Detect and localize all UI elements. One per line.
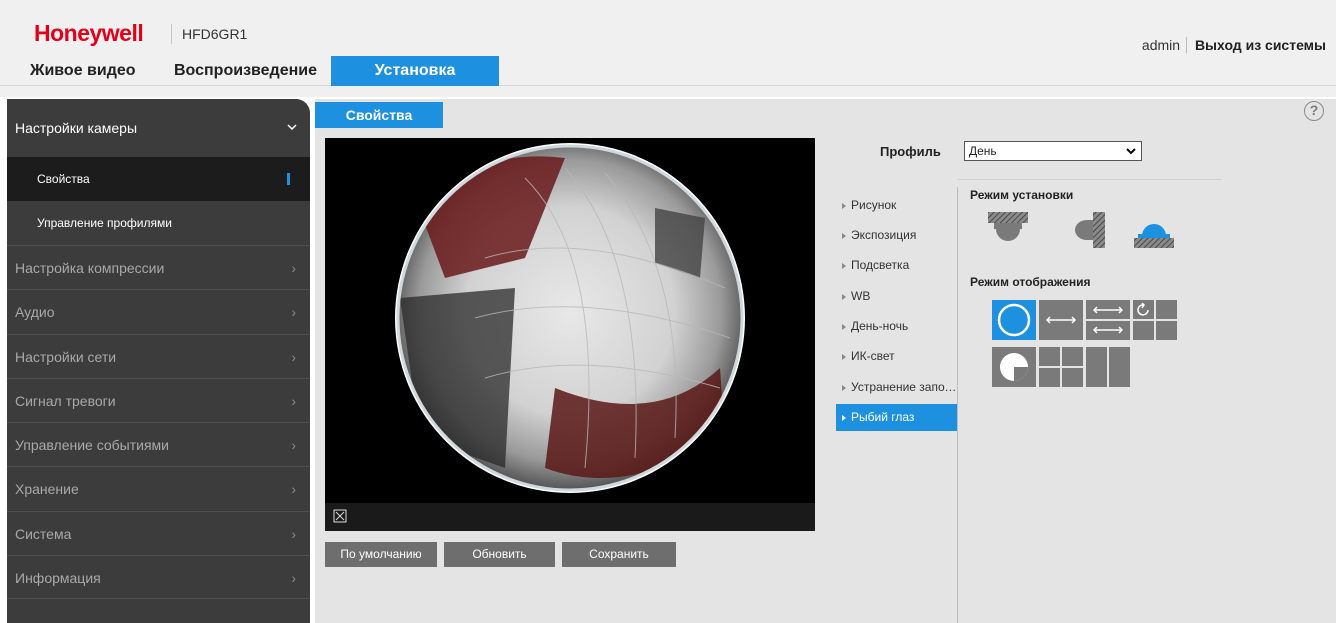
- divider: [957, 187, 958, 623]
- display-mode-title: Режим отображения: [970, 275, 1091, 289]
- refresh-button[interactable]: Обновить: [444, 542, 555, 567]
- sidebar-item-label: Хранение: [15, 481, 79, 498]
- brand-logo: Honeywell: [34, 20, 144, 46]
- profile-select[interactable]: День: [964, 141, 1142, 161]
- sidebar-item-audio[interactable]: Аудио ›: [7, 289, 310, 333]
- menu-item-label: Экспозиция: [851, 228, 917, 242]
- sidebar-item-label: Управление профилями: [37, 216, 172, 230]
- menu-item-defog[interactable]: Устранение запотевания: [836, 374, 957, 401]
- double-panorama-icon[interactable]: [1086, 300, 1130, 340]
- content-panel: Свойства ? По умолчанию Обновить Сохрани…: [315, 99, 1336, 623]
- menu-item-label: Рыбий глаз: [851, 410, 915, 424]
- panorama-icon[interactable]: [1039, 300, 1083, 340]
- sidebar-item-label: Система: [15, 525, 72, 542]
- chevron-down-icon: [1126, 148, 1136, 155]
- triangle-right-icon: [842, 202, 846, 209]
- sidebar-group-camera-settings[interactable]: Настройки камеры: [7, 99, 310, 157]
- top-navigation: Живое видео Воспроизведение Установка: [0, 56, 1336, 86]
- logout-link[interactable]: Выход из системы: [1191, 37, 1326, 53]
- tab-setup[interactable]: Установка: [331, 56, 499, 86]
- sidebar-item-label: Свойства: [37, 172, 90, 186]
- dual-view-icon[interactable]: [1086, 347, 1130, 387]
- sidebar-item-label: Управление событиями: [15, 437, 169, 454]
- tab-properties[interactable]: Свойства: [315, 102, 443, 128]
- fullscreen-icon[interactable]: [333, 509, 347, 523]
- chevron-right-icon: ›: [291, 570, 296, 587]
- fisheye-image: [395, 143, 745, 493]
- menu-item-ir-light[interactable]: ИК-свет: [836, 343, 957, 370]
- sidebar-item-label: Сигнал тревоги: [15, 392, 116, 409]
- chevron-right-icon: ›: [291, 525, 296, 542]
- header: Honeywell HFD6GR1 admin Выход из системы…: [0, 0, 1336, 97]
- menu-item-image[interactable]: Рисунок: [836, 192, 957, 219]
- triangle-right-icon: [842, 323, 846, 330]
- triangle-right-icon: [842, 262, 846, 269]
- menu-item-fisheye[interactable]: Рыбий глаз: [836, 404, 957, 431]
- wall-mount-icon[interactable]: [1073, 212, 1107, 248]
- user-area: admin Выход из системы: [1141, 36, 1326, 54]
- sidebar-item-network[interactable]: Настройки сети ›: [7, 333, 310, 378]
- panorama-plus-three-icon[interactable]: [1133, 300, 1177, 340]
- save-button[interactable]: Сохранить: [562, 542, 676, 567]
- help-icon[interactable]: ?: [1304, 101, 1324, 121]
- video-preview[interactable]: [325, 138, 815, 529]
- chevron-right-icon: ›: [291, 304, 296, 321]
- tab-playback[interactable]: Воспроизведение: [174, 56, 317, 86]
- profile-label: Профиль: [880, 144, 941, 159]
- ceiling-mount-icon[interactable]: [988, 212, 1028, 247]
- sidebar-item-system[interactable]: Система ›: [7, 510, 310, 555]
- triangle-right-icon: [842, 353, 846, 360]
- video-toolbar: [325, 503, 815, 531]
- menu-item-exposure[interactable]: Экспозиция: [836, 222, 957, 249]
- sidebar-item-properties[interactable]: Свойства: [7, 157, 310, 201]
- triangle-right-icon: [842, 414, 846, 421]
- desk-mount-icon[interactable]: [1134, 212, 1174, 248]
- profile-value: День: [969, 144, 997, 158]
- username: admin: [1141, 37, 1188, 53]
- sidebar-item-profile-management[interactable]: Управление профилями: [7, 201, 310, 245]
- sidebar-item-events[interactable]: Управление событиями ›: [7, 422, 310, 466]
- sidebar-item-alarm[interactable]: Сигнал тревоги ›: [7, 377, 310, 422]
- menu-item-label: Устранение запотевания: [851, 380, 957, 394]
- sidebar-item-label: Настройка компрессии: [15, 260, 165, 276]
- active-marker: [287, 173, 290, 185]
- menu-item-label: WB: [851, 289, 871, 303]
- sidebar-group-label: Настройки камеры: [15, 120, 138, 136]
- chevron-right-icon: ›: [291, 481, 296, 498]
- menu-item-day-night[interactable]: День-ночь: [836, 313, 957, 340]
- chevron-right-icon: ›: [291, 392, 296, 409]
- triangle-right-icon: [842, 232, 846, 239]
- sidebar: Настройки камеры Свойства Управление про…: [7, 99, 310, 623]
- sidebar-item-label: Настройки сети: [15, 348, 117, 365]
- fisheye-icon[interactable]: [992, 300, 1036, 340]
- chevron-right-icon: ›: [291, 260, 296, 276]
- quad-view-icon[interactable]: [1039, 347, 1083, 387]
- menu-item-wb[interactable]: WB: [836, 283, 957, 310]
- sidebar-item-compression[interactable]: Настройка компрессии ›: [7, 245, 310, 289]
- menu-item-label: День-ночь: [851, 319, 909, 333]
- sidebar-item-label: Информация: [15, 570, 101, 587]
- fisheye-plus-three-icon[interactable]: [992, 347, 1036, 387]
- mount-mode-title: Режим установки: [970, 188, 1074, 202]
- menu-item-label: ИК-свет: [851, 349, 895, 363]
- default-button[interactable]: По умолчанию: [325, 542, 437, 567]
- chevron-right-icon: ›: [291, 437, 296, 454]
- sidebar-item-storage[interactable]: Хранение ›: [7, 466, 310, 510]
- device-model: HFD6GR1: [171, 24, 247, 44]
- triangle-right-icon: [842, 293, 846, 300]
- tab-live-video[interactable]: Живое видео: [30, 56, 136, 86]
- sidebar-item-label: Аудио: [15, 304, 55, 321]
- divider: [958, 179, 1222, 180]
- menu-item-label: Рисунок: [851, 198, 897, 212]
- menu-item-label: Подсветка: [851, 258, 910, 272]
- menu-item-backlight[interactable]: Подсветка: [836, 252, 957, 279]
- sidebar-item-information[interactable]: Информация ›: [7, 555, 310, 600]
- triangle-right-icon: [842, 384, 846, 391]
- chevron-right-icon: ›: [291, 348, 296, 365]
